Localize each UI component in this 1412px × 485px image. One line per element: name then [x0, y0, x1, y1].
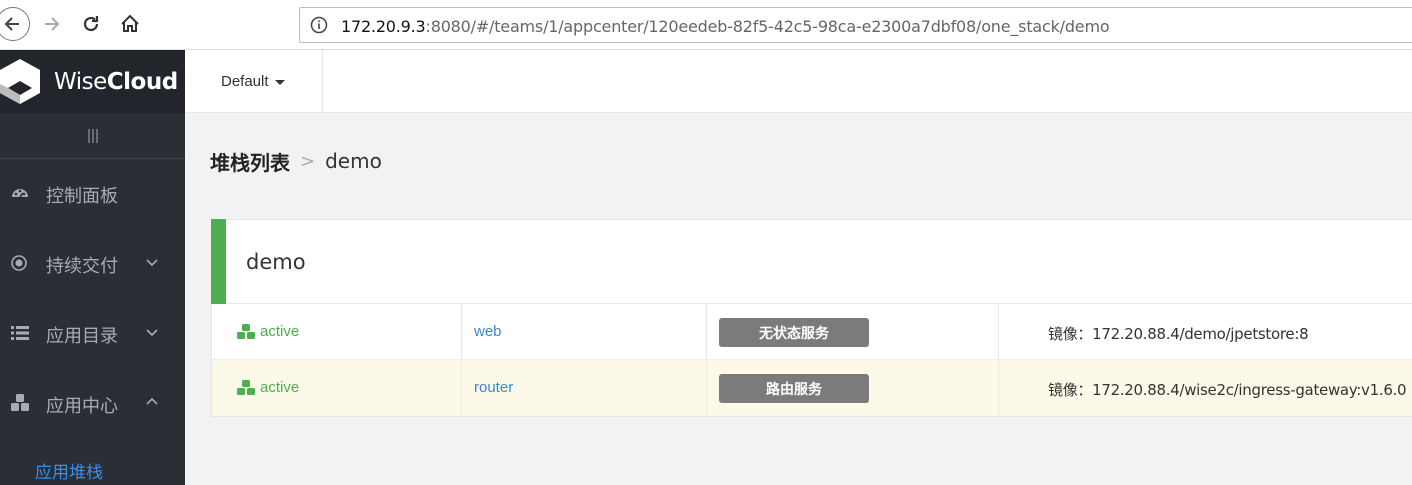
sidebar-item-dashboard[interactable]: 控制面板 — [0, 159, 185, 229]
home-button[interactable] — [115, 9, 145, 39]
cell-divider — [706, 304, 707, 360]
environment-label: Default — [221, 73, 269, 90]
cell-divider — [706, 360, 707, 416]
service-status: active — [236, 323, 299, 340]
sidebar-collapse-button[interactable] — [0, 113, 185, 159]
panel-accent-bar — [211, 219, 226, 304]
service-name-link[interactable]: router — [474, 379, 513, 396]
cell-divider — [998, 304, 999, 360]
brand-name-bold: Cloud — [106, 69, 178, 95]
back-button[interactable] — [0, 7, 30, 41]
url-host: 172.20.9.3 — [341, 17, 426, 36]
arrow-left-icon — [4, 17, 19, 31]
service-type-badge: 无状态服务 — [719, 318, 869, 347]
environment-dropdown[interactable]: Default — [185, 50, 323, 113]
service-name-link[interactable]: web — [474, 323, 502, 340]
cell-divider — [461, 360, 462, 416]
target-icon — [11, 255, 27, 271]
reload-button[interactable] — [76, 9, 106, 39]
forward-button[interactable] — [36, 9, 66, 39]
service-type-badge: 路由服务 — [719, 374, 869, 403]
service-status: active — [236, 379, 299, 396]
stack-panel-header: demo — [211, 219, 1412, 304]
brand-name: WiseCloud — [54, 69, 178, 95]
sidebar-item-label: 控制面板 — [46, 186, 118, 207]
breadcrumb-current: demo — [325, 149, 382, 173]
sidebar-item-label: 应用中心 — [46, 396, 118, 417]
home-icon — [121, 14, 139, 32]
url-text: 172.20.9.3:8080/#/teams/1/appcenter/120e… — [341, 17, 1110, 36]
sidebar-item-app-catalog[interactable]: 应用目录 — [0, 299, 185, 369]
url-path: :8080/#/teams/1/appcenter/120eedeb-82f5-… — [425, 17, 1110, 36]
breadcrumb: 堆栈列表 > demo — [210, 147, 382, 176]
collapse-bars-icon — [87, 128, 98, 143]
wisecloud-logo-icon — [0, 59, 40, 104]
service-status-text: active — [260, 323, 300, 340]
brand-name-light: Wise — [54, 69, 107, 95]
logo[interactable]: WiseCloud — [0, 50, 185, 113]
cubes-status-icon — [237, 379, 255, 395]
caret-down-icon — [274, 80, 285, 85]
cubes-status-icon — [237, 323, 255, 339]
sidebar-item-delivery[interactable]: 持续交付 — [0, 229, 185, 299]
sidebar: WiseCloud 控制面板 持续交付 应用目录 应用中心 应用堆栈 — [0, 50, 185, 485]
sidebar-subitem-label: 应用堆栈 — [35, 463, 103, 483]
reload-icon — [83, 16, 99, 32]
arrow-right-icon — [45, 17, 60, 31]
dashboard-icon — [12, 189, 28, 198]
address-bar[interactable]: 172.20.9.3:8080/#/teams/1/appcenter/120e… — [299, 7, 1412, 43]
cubes-icon — [11, 394, 29, 411]
service-row: active web 无状态服务 镜像：172.20.88.4/demo/jpe… — [212, 304, 1412, 360]
info-icon[interactable] — [310, 16, 328, 34]
breadcrumb-separator: > — [300, 150, 316, 172]
top-header: Default — [185, 50, 1412, 113]
chevron-down-icon — [146, 329, 158, 337]
service-status-text: active — [260, 379, 300, 396]
stack-title: demo — [246, 250, 306, 274]
sidebar-item-app-center[interactable]: 应用中心 — [0, 369, 185, 439]
chevron-down-icon — [146, 259, 158, 267]
sidebar-item-label: 应用目录 — [46, 326, 118, 347]
sidebar-item-label: 持续交付 — [46, 256, 118, 277]
service-image: 镜像：172.20.88.4/wise2c/ingress-gateway:v1… — [1048, 381, 1407, 399]
stack-panel: demo active web 无状态服务 镜像：172.20.88.4/dem… — [211, 219, 1412, 417]
service-image: 镜像：172.20.88.4/demo/jpetstore:8 — [1048, 325, 1309, 343]
chevron-up-icon — [146, 397, 158, 405]
breadcrumb-stack-list[interactable]: 堆栈列表 — [210, 147, 290, 176]
cell-divider — [998, 360, 999, 416]
service-row: active router 路由服务 镜像：172.20.88.4/wise2c… — [212, 360, 1412, 416]
list-icon — [11, 326, 29, 340]
cell-divider — [461, 304, 462, 360]
browser-toolbar: 172.20.9.3:8080/#/teams/1/appcenter/120e… — [0, 0, 1412, 50]
sidebar-subitem-app-stack[interactable]: 应用堆栈 — [0, 450, 185, 485]
